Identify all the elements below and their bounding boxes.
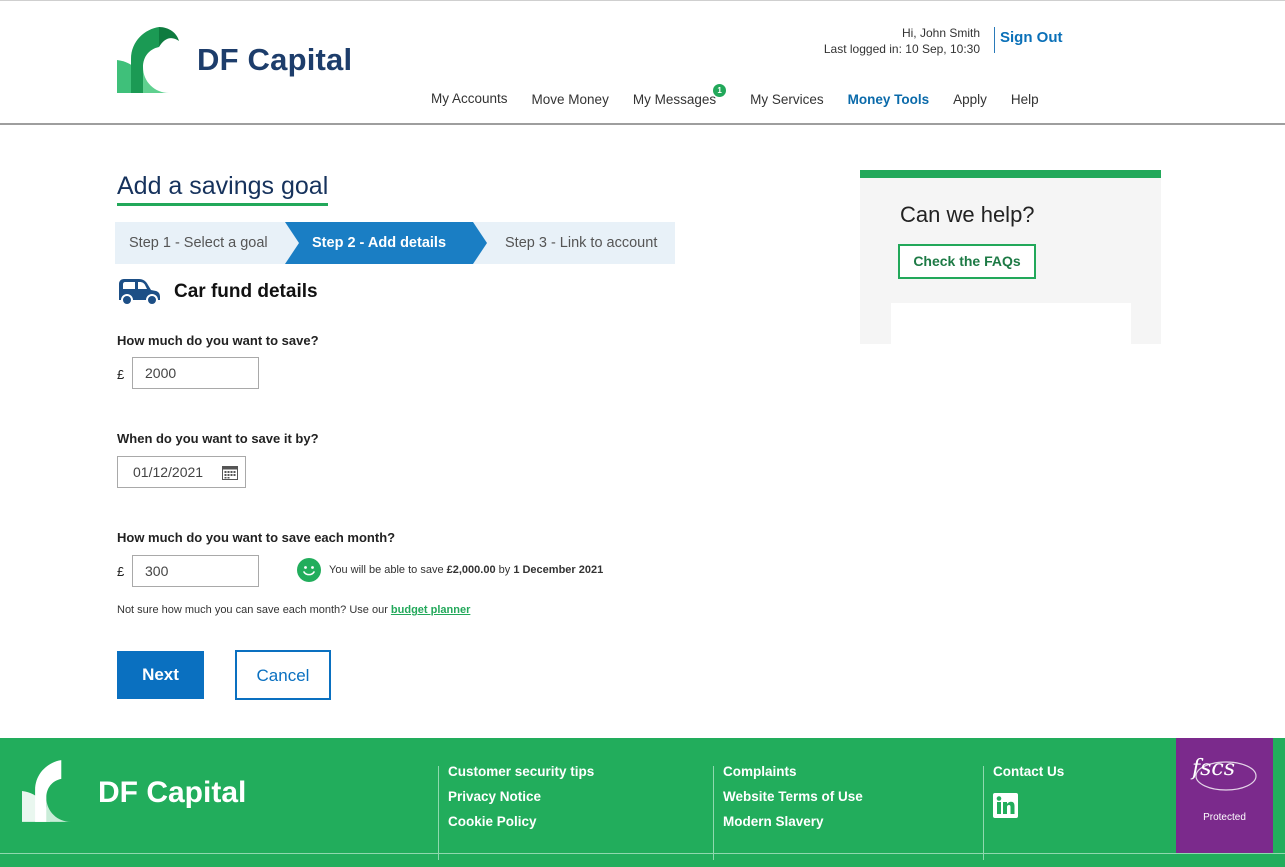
logo-text: DF Capital <box>197 42 353 77</box>
site-footer: DF Capital Customer security tips Privac… <box>0 738 1285 867</box>
message-count-badge: 1 <box>713 84 727 97</box>
fscs-logo-text: fscs <box>1192 756 1236 781</box>
cancel-button[interactable]: Cancel <box>235 650 331 700</box>
last-login: Last logged in: 10 Sep, 10:30 <box>823 42 980 56</box>
sign-out-link[interactable]: Sign Out <box>1000 29 1063 46</box>
footer-column-3: Contact Us <box>983 765 1064 860</box>
greeting: Hi, John Smith <box>901 26 980 40</box>
help-title: Can we help? <box>900 202 1035 227</box>
header-divider <box>994 27 995 53</box>
car-icon <box>119 279 160 306</box>
site-header: DF Capital Hi, John Smith Last logged in… <box>0 0 1285 125</box>
footer-divider <box>0 853 1285 854</box>
amount-label: How much do you want to save? <box>117 333 319 348</box>
page-title: Add a savings goal <box>117 171 329 206</box>
next-button[interactable]: Next <box>117 651 204 699</box>
step-3-label: Step 3 - Link to account <box>505 235 658 251</box>
df-capital-logo[interactable]: DF Capital <box>117 27 367 93</box>
step-2-label: Step 2 - Add details <box>312 235 447 251</box>
main-nav: My Accounts Move Money My Messages 1 My … <box>431 84 1063 107</box>
date-label: When do you want to save it by? <box>117 431 319 446</box>
hint-amount: £2,000.00 <box>446 564 496 576</box>
footer-logo-mark-icon <box>22 760 71 822</box>
date-input[interactable]: 01/12/2021 <box>117 456 246 488</box>
smiley-icon <box>297 558 321 582</box>
step-3: Step 3 - Link to account <box>473 222 675 264</box>
step-2-active: Step 2 - Add details <box>285 222 487 264</box>
fscs-badge[interactable]: fscs Protected <box>1176 738 1273 853</box>
nav-my-services[interactable]: My Services <box>750 92 824 107</box>
logo-mark-icon <box>117 27 179 93</box>
monthly-label: How much do you want to save each month? <box>117 530 396 545</box>
monthly-currency: £ <box>117 564 125 579</box>
help-content-area <box>891 303 1131 344</box>
check-faqs-button[interactable]: Check the FAQs <box>898 244 1036 279</box>
footer-link-terms[interactable]: Website Terms of Use <box>723 790 863 816</box>
budget-note-text: Not sure how much you can save each mont… <box>117 604 391 616</box>
section-header: Car fund details <box>117 278 318 306</box>
step-1: Step 1 - Select a goal <box>115 222 285 264</box>
fscs-protected-label: Protected <box>1203 812 1246 823</box>
calendar-icon[interactable] <box>222 465 238 480</box>
date-value: 01/12/2021 <box>133 464 204 480</box>
nav-money-tools[interactable]: Money Tools <box>848 92 930 107</box>
footer-link-modern-slavery[interactable]: Modern Slavery <box>723 815 863 841</box>
footer-link-complaints[interactable]: Complaints <box>723 765 863 791</box>
step-chevron <box>285 222 299 264</box>
footer-logo-text: DF Capital <box>98 776 247 809</box>
footer-link-privacy[interactable]: Privacy Notice <box>448 790 594 816</box>
linkedin-icon[interactable] <box>993 793 1018 818</box>
hint-by: by <box>498 564 511 576</box>
amount-currency: £ <box>117 367 125 382</box>
nav-apply[interactable]: Apply <box>953 92 987 107</box>
footer-link-security-tips[interactable]: Customer security tips <box>448 765 594 791</box>
hint-date: 1 December 2021 <box>513 564 604 576</box>
nav-my-accounts[interactable]: My Accounts <box>431 91 508 107</box>
budget-planner-link[interactable]: budget planner <box>391 604 470 616</box>
step-1-label: Step 1 - Select a goal <box>129 235 268 251</box>
footer-column-2: Complaints Website Terms of Use Modern S… <box>713 765 863 860</box>
budget-note: Not sure how much you can save each mont… <box>117 604 470 616</box>
nav-help[interactable]: Help <box>1011 92 1039 107</box>
user-info: Hi, John Smith Last logged in: 10 Sep, 1… <box>824 25 980 57</box>
step-indicator: Step 1 - Select a goal Step 2 - Add deta… <box>115 222 675 264</box>
footer-link-contact[interactable]: Contact Us <box>993 765 1064 791</box>
nav-my-messages[interactable]: My Messages 1 <box>632 84 727 107</box>
monthly-input[interactable]: 300 <box>132 555 259 587</box>
hint-prefix: You will be able to save <box>329 564 444 576</box>
footer-column-1: Customer security tips Privacy Notice Co… <box>438 765 594 860</box>
step-chevron <box>473 222 487 264</box>
help-panel: Can we help? Check the FAQs <box>860 170 1161 344</box>
footer-logo[interactable]: DF Capital <box>22 760 262 822</box>
savings-hint: You will be able to save £2,000.00 by 1 … <box>297 558 603 582</box>
nav-move-money[interactable]: Move Money <box>532 92 609 107</box>
footer-link-cookie[interactable]: Cookie Policy <box>448 815 594 841</box>
amount-input[interactable]: 2000 <box>132 357 259 389</box>
section-title: Car fund details <box>174 281 318 302</box>
nav-my-messages-label: My Messages <box>632 92 717 107</box>
